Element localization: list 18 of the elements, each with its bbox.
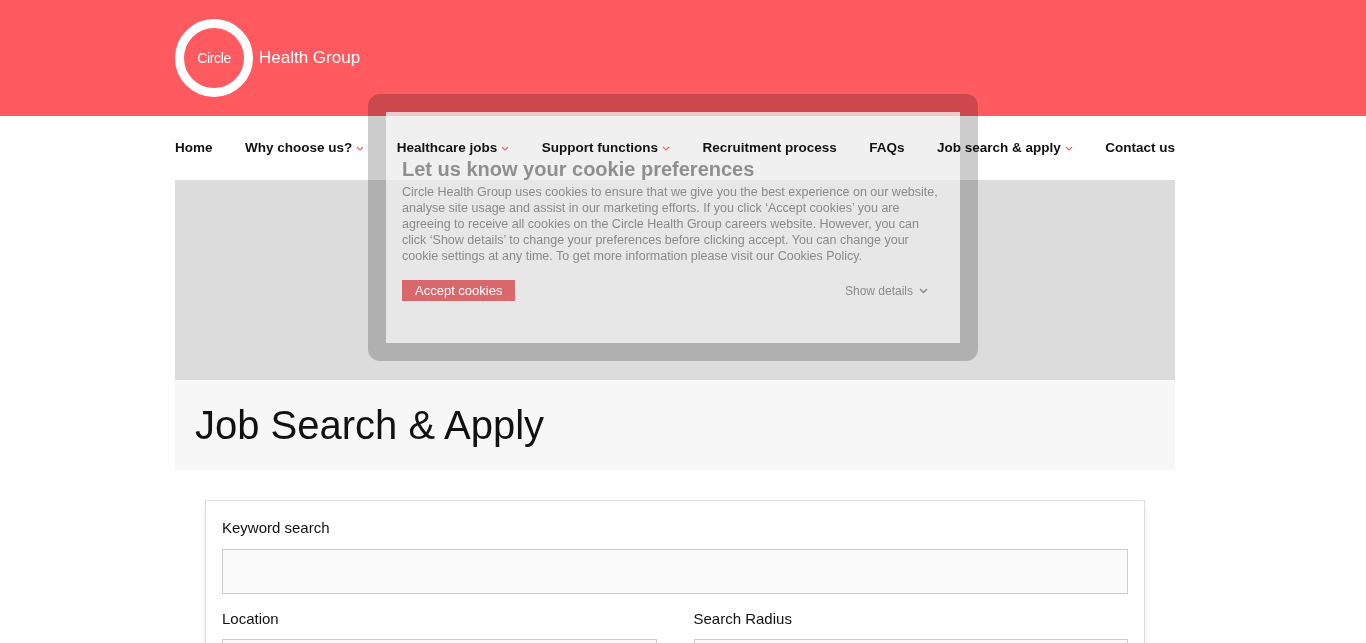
keyword-input-field[interactable] <box>222 548 1128 594</box>
nav-link[interactable]: Contact us <box>1105 137 1175 159</box>
caret-icon <box>1064 145 1073 151</box>
field-label: Location <box>222 608 280 629</box>
field-label: Keyword search <box>222 518 331 538</box>
cookie-dialog-title: Let us know your cookie preferences <box>402 158 755 180</box>
nav-link[interactable]: FAQs <box>869 137 905 159</box>
nav-link[interactable]: Why choose us? <box>245 137 365 159</box>
page-title: Job Search & Apply <box>195 402 545 449</box>
nav-link[interactable]: Job search & apply <box>936 137 1073 159</box>
logo-text: Health Group <box>259 47 361 70</box>
nav-link[interactable]: Recruitment process <box>702 137 837 159</box>
cookie-dialog-text: Circle Health Group uses cookies to ensure that we give you the best experience on our website, analyse site usage and assist in our marketing efforts. If you click ‘Accept cookies’ you are agreeing to receive all cookies on the Circle Health Group careers website. However, you can click ‘Show details’ to change your preferences before clicking accept. You can change your cookie settings at any time. To get more information please visit our Cookies Policy. <box>402 184 939 264</box>
caret-icon <box>356 145 365 151</box>
logo-mark: Circle <box>197 48 231 68</box>
chevron-down-icon <box>919 287 928 294</box>
field-label: Search Radius <box>693 608 793 629</box>
nav-link[interactable]: Home <box>175 137 213 159</box>
